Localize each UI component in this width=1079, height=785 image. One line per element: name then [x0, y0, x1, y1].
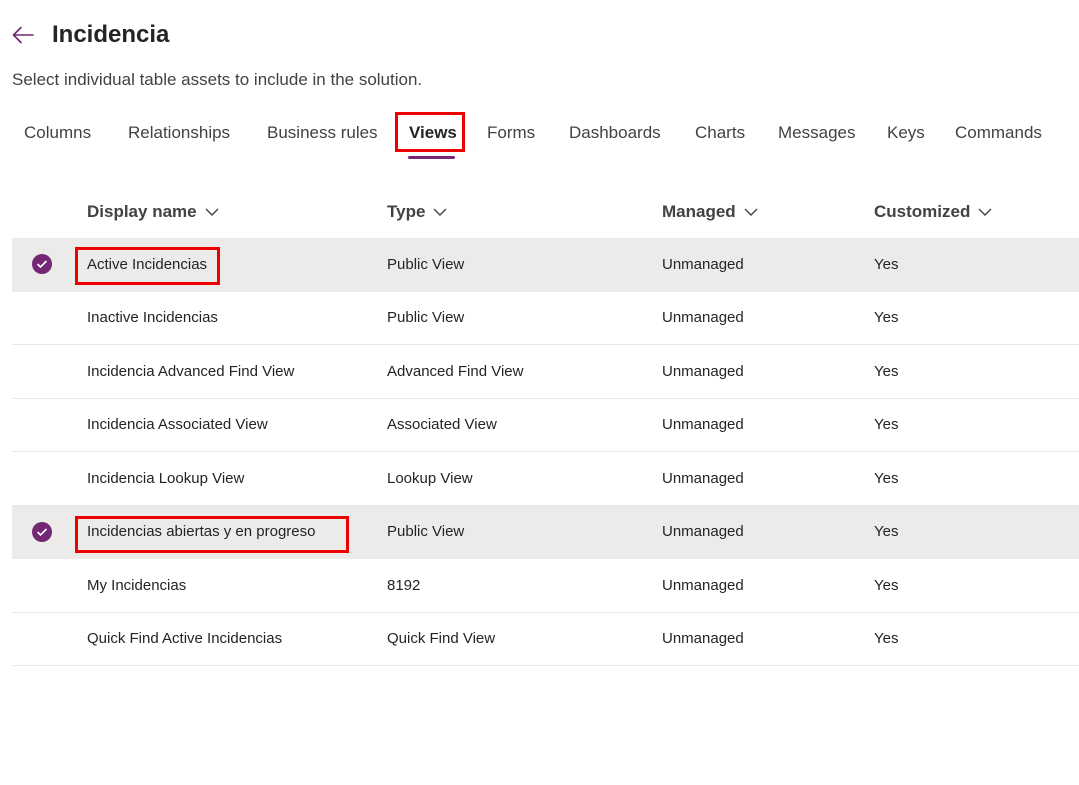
table-row[interactable]: Quick Find Active Incidencias Quick Find… — [12, 613, 1079, 666]
cell-managed: Unmanaged — [662, 523, 744, 541]
page-header: Incidencia — [10, 18, 169, 52]
cell-customized: Yes — [874, 309, 899, 327]
chevron-down-icon — [744, 208, 758, 216]
table-row[interactable]: Incidencia Lookup View Lookup View Unman… — [12, 452, 1079, 506]
cell-customized: Yes — [874, 362, 899, 380]
tab-dashboards[interactable]: Dashboards — [569, 110, 661, 156]
column-header-label: Customized — [874, 202, 971, 221]
cell-type: Public View — [387, 255, 465, 273]
checkmark-circle-icon[interactable] — [32, 254, 52, 275]
table-row[interactable]: My Incidencias 8192 Unmanaged Yes — [12, 559, 1079, 613]
cell-type: Public View — [387, 523, 465, 541]
grid-header: Display name Type Managed Customized — [12, 186, 1079, 238]
active-tab-indicator — [408, 156, 455, 159]
cell-display-name: Incidencia Associated View — [87, 416, 268, 434]
cell-display-name: Quick Find Active Incidencias — [87, 630, 283, 648]
chevron-down-icon — [433, 208, 447, 216]
column-header-label: Managed — [662, 202, 736, 221]
cell-customized: Yes — [874, 576, 899, 594]
cell-display-name: My Incidencias — [87, 576, 187, 594]
cell-customized: Yes — [874, 523, 899, 541]
tab-messages[interactable]: Messages — [778, 110, 855, 156]
cell-managed: Unmanaged — [662, 416, 744, 434]
cell-type: Lookup View — [387, 469, 473, 487]
cell-type: Advanced Find View — [387, 362, 524, 380]
tab-relationships[interactable]: Relationships — [128, 110, 230, 156]
column-header-managed[interactable]: Managed — [662, 186, 758, 238]
cell-managed: Unmanaged — [662, 576, 744, 594]
cell-type: Public View — [387, 309, 465, 327]
cell-managed: Unmanaged — [662, 309, 744, 327]
page-title: Incidencia — [52, 21, 170, 48]
back-arrow-icon — [12, 26, 34, 44]
cell-type: Associated View — [387, 416, 497, 434]
cell-display-name: Active Incidencias — [87, 255, 208, 273]
column-header-display-name[interactable]: Display name — [87, 186, 219, 238]
tab-views[interactable]: Views — [409, 110, 457, 156]
tab-columns[interactable]: Columns — [24, 110, 91, 156]
table-row[interactable]: Active Incidencias Public View Unmanaged… — [12, 238, 1079, 292]
tab-keys[interactable]: Keys — [887, 110, 925, 156]
tab-business-rules[interactable]: Business rules — [267, 110, 378, 156]
tab-bar: Columns Relationships Business rules Vie… — [0, 110, 1079, 160]
cell-type: Quick Find View — [387, 630, 496, 648]
cell-customized: Yes — [874, 469, 899, 487]
chevron-down-icon — [978, 208, 992, 216]
tab-charts[interactable]: Charts — [695, 110, 745, 156]
cell-managed: Unmanaged — [662, 362, 744, 380]
cell-customized: Yes — [874, 416, 899, 434]
table-row[interactable]: Incidencia Associated View Associated Vi… — [12, 399, 1079, 452]
cell-display-name: Incidencias abiertas y en progreso — [87, 523, 316, 541]
column-header-customized[interactable]: Customized — [874, 186, 992, 238]
cell-managed: Unmanaged — [662, 630, 744, 648]
cell-display-name: Incidencia Advanced Find View — [87, 362, 295, 380]
cell-managed: Unmanaged — [662, 469, 744, 487]
cell-display-name: Incidencia Lookup View — [87, 469, 245, 487]
column-header-label: Display name — [87, 202, 197, 221]
page-subtitle: Select individual table assets to includ… — [12, 70, 423, 89]
table-row[interactable]: Incidencias abiertas y en progreso Publi… — [12, 505, 1079, 559]
table-row[interactable]: Inactive Incidencias Public View Unmanag… — [12, 292, 1079, 345]
cell-customized: Yes — [874, 255, 899, 273]
table-row[interactable]: Incidencia Advanced Find View Advanced F… — [12, 345, 1079, 399]
cell-managed: Unmanaged — [662, 255, 744, 273]
column-header-type[interactable]: Type — [387, 186, 447, 238]
chevron-down-icon — [205, 208, 219, 216]
checkmark-circle-icon[interactable] — [32, 521, 52, 542]
tab-forms[interactable]: Forms — [487, 110, 535, 156]
back-button[interactable] — [10, 18, 36, 52]
cell-display-name: Inactive Incidencias — [87, 309, 218, 327]
cell-customized: Yes — [874, 630, 899, 648]
tab-commands[interactable]: Commands — [955, 110, 1042, 156]
views-grid: Display name Type Managed Customized Act… — [12, 186, 1079, 666]
column-header-label: Type — [387, 202, 426, 221]
cell-type: 8192 — [387, 576, 421, 594]
